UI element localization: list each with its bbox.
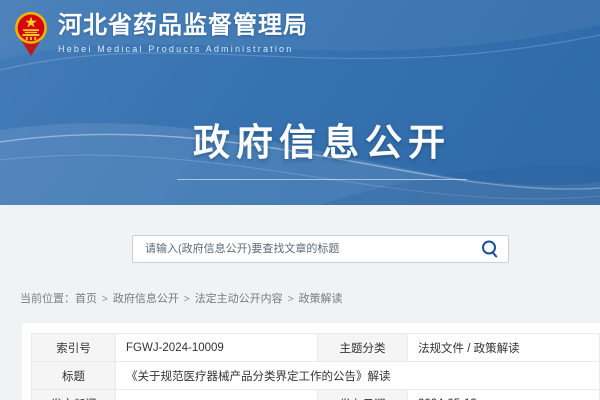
field-label-date: 发布日期 [318, 390, 408, 400]
breadcrumb-label: 当前位置： [20, 293, 75, 305]
table-row: 发文部门 发布日期 2024-05-13 [32, 390, 600, 400]
field-value-category: 法规文件 / 政策解读 [408, 334, 600, 362]
breadcrumb-policy-interpretation[interactable]: 政策解读 [299, 293, 343, 305]
field-value-department [116, 390, 318, 400]
magnifier-icon [480, 239, 502, 259]
field-label-category: 主题分类 [318, 334, 408, 362]
field-value-index: FGWJ-2024-10009 [116, 334, 318, 362]
document-info-table: 索引号 FGWJ-2024-10009 主题分类 法规文件 / 政策解读 标题 … [31, 333, 600, 400]
header-banner: 河北省药品监督管理局 Hebei Medical Products Admini… [0, 0, 600, 205]
page-title: 政府信息公开 [22, 112, 600, 166]
breadcrumb-home[interactable]: 首页 [75, 293, 97, 305]
table-row: 标题 《关于规范医疗器械产品分类界定工作的公告》解读 [32, 362, 600, 390]
document-info-card: 索引号 FGWJ-2024-10009 主题分类 法规文件 / 政策解读 标题 … [22, 323, 600, 400]
site-title-english: Hebei Medical Products Administration [58, 44, 308, 54]
breadcrumb-gov-info[interactable]: 政府信息公开 [113, 293, 179, 305]
main-content: 当前位置：首页>政府信息公开>法定主动公开内容>政策解读 索引号 FGWJ-20… [0, 205, 600, 400]
field-label-index: 索引号 [32, 334, 116, 362]
national-emblem-icon [14, 10, 48, 57]
field-label-title: 标题 [32, 362, 116, 390]
breadcrumb-statutory-disclosure[interactable]: 法定主动公开内容 [195, 293, 283, 305]
search-input[interactable] [132, 235, 509, 263]
field-label-department: 发文部门 [32, 390, 116, 400]
search-box [132, 205, 509, 263]
table-row: 索引号 FGWJ-2024-10009 主题分类 法规文件 / 政策解读 [32, 334, 600, 362]
title-underline [177, 179, 467, 180]
breadcrumb: 当前位置：首页>政府信息公开>法定主动公开内容>政策解读 [20, 290, 600, 306]
field-value-title: 《关于规范医疗器械产品分类界定工作的公告》解读 [116, 362, 600, 390]
field-value-date: 2024-05-13 [408, 390, 600, 400]
search-button[interactable] [480, 239, 502, 259]
site-title: 河北省药品监督管理局 [58, 13, 308, 39]
site-logo-link[interactable]: 河北省药品监督管理局 Hebei Medical Products Admini… [14, 10, 308, 57]
